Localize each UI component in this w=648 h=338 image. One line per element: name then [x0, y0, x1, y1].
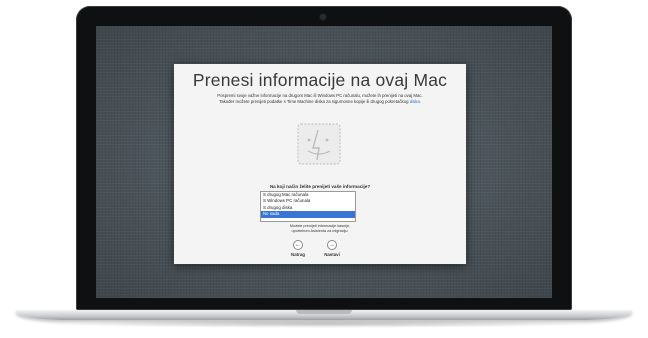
back-label: Natrag	[291, 252, 305, 257]
description-period: .	[419, 98, 421, 104]
macbook-pro: Prenesi informacije na ovaj Mac Pospremi…	[0, 0, 648, 338]
laptop-lid: Prenesi informacije na ovaj Mac Pospremi…	[76, 6, 572, 310]
back-arrow-icon: ←	[293, 240, 303, 250]
screen: Prenesi informacije na ovaj Mac Pospremi…	[96, 26, 552, 298]
disk-link[interactable]: diska	[410, 99, 420, 104]
transfer-options-list[interactable]: S drugog Mac računala S Windows PC račun…	[260, 191, 356, 222]
description-line-2: Također možete prenijeti podatke s Time …	[174, 99, 466, 105]
continue-button[interactable]: → Nastavi	[320, 240, 344, 257]
window-description: Pospremi svoje važne informacije na drug…	[174, 93, 466, 104]
laptop-base	[16, 310, 632, 320]
back-button[interactable]: ← Natrag	[286, 240, 310, 257]
description-text: Također možete prenijeti podatke s Time …	[219, 98, 410, 104]
option-not-now[interactable]: Ne sada	[261, 211, 355, 218]
migration-note: Možete prenijeti informacije kasnije, up…	[174, 224, 466, 234]
continue-arrow-icon: →	[327, 240, 337, 250]
laptop-shadow	[40, 320, 608, 328]
window-title: Prenesi informacije na ovaj Mac	[192, 70, 448, 90]
continue-label: Nastavi	[324, 252, 340, 257]
camera	[320, 14, 326, 20]
question-label: Na koji način želite prenijeti vaše info…	[269, 184, 371, 189]
navigation-buttons: ← Natrag → Nastavi	[286, 240, 356, 260]
opening-notch	[296, 310, 352, 314]
migration-window: Prenesi informacije na ovaj Mac Pospremi…	[174, 64, 466, 264]
finder-icon	[297, 123, 341, 165]
note-line-2: upotrebom Asistenta za migraciju.	[291, 229, 349, 233]
